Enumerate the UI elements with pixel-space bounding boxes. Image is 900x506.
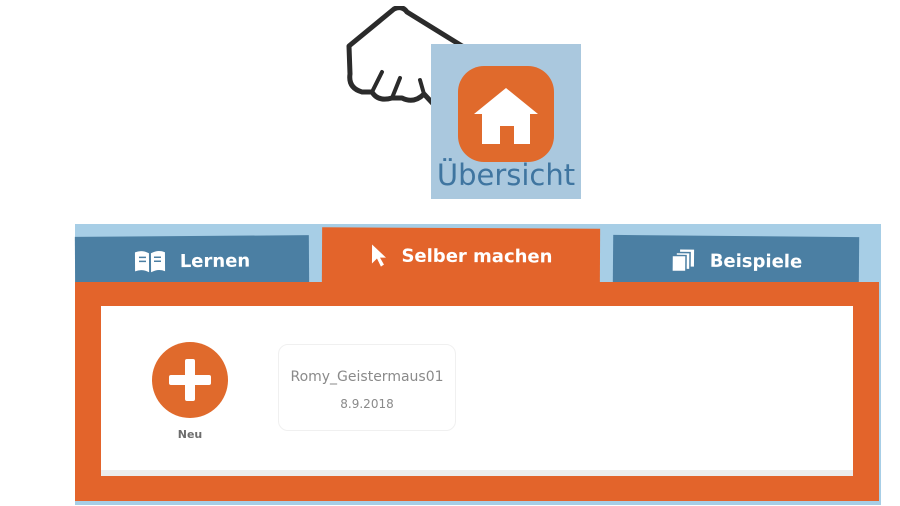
overview-button[interactable]: Übersicht bbox=[431, 44, 581, 199]
plus-icon bbox=[152, 342, 228, 418]
new-project-button[interactable]: Neu bbox=[150, 342, 230, 454]
tab-selber-machen[interactable]: Selber machen bbox=[321, 227, 601, 285]
new-project-label: Neu bbox=[177, 428, 203, 441]
overview-label: Übersicht bbox=[436, 158, 576, 192]
project-card[interactable]: Romy_Geistermaus01 8.9.2018 bbox=[278, 344, 456, 431]
project-list: Neu Romy_Geistermaus01 8.9.2018 bbox=[101, 306, 853, 476]
tab-beispiele[interactable]: Beispiele bbox=[612, 234, 860, 288]
pages-stack-icon bbox=[670, 248, 696, 273]
tab-lernen[interactable]: Lernen bbox=[74, 235, 310, 287]
app-panel: Lernen Selber machen Beispiele Neu Romy_… bbox=[74, 224, 881, 505]
content-frame: Neu Romy_Geistermaus01 8.9.2018 bbox=[75, 282, 879, 501]
home-icon bbox=[458, 66, 554, 162]
tab-beispiele-label: Beispiele bbox=[709, 250, 803, 273]
project-date: 8.9.2018 bbox=[340, 397, 394, 411]
cursor-arrow-icon bbox=[369, 244, 387, 268]
project-name: Romy_Geistermaus01 bbox=[290, 369, 444, 385]
tab-selber-machen-label: Selber machen bbox=[401, 245, 553, 267]
book-icon bbox=[134, 249, 166, 273]
tab-lernen-label: Lernen bbox=[179, 250, 251, 272]
